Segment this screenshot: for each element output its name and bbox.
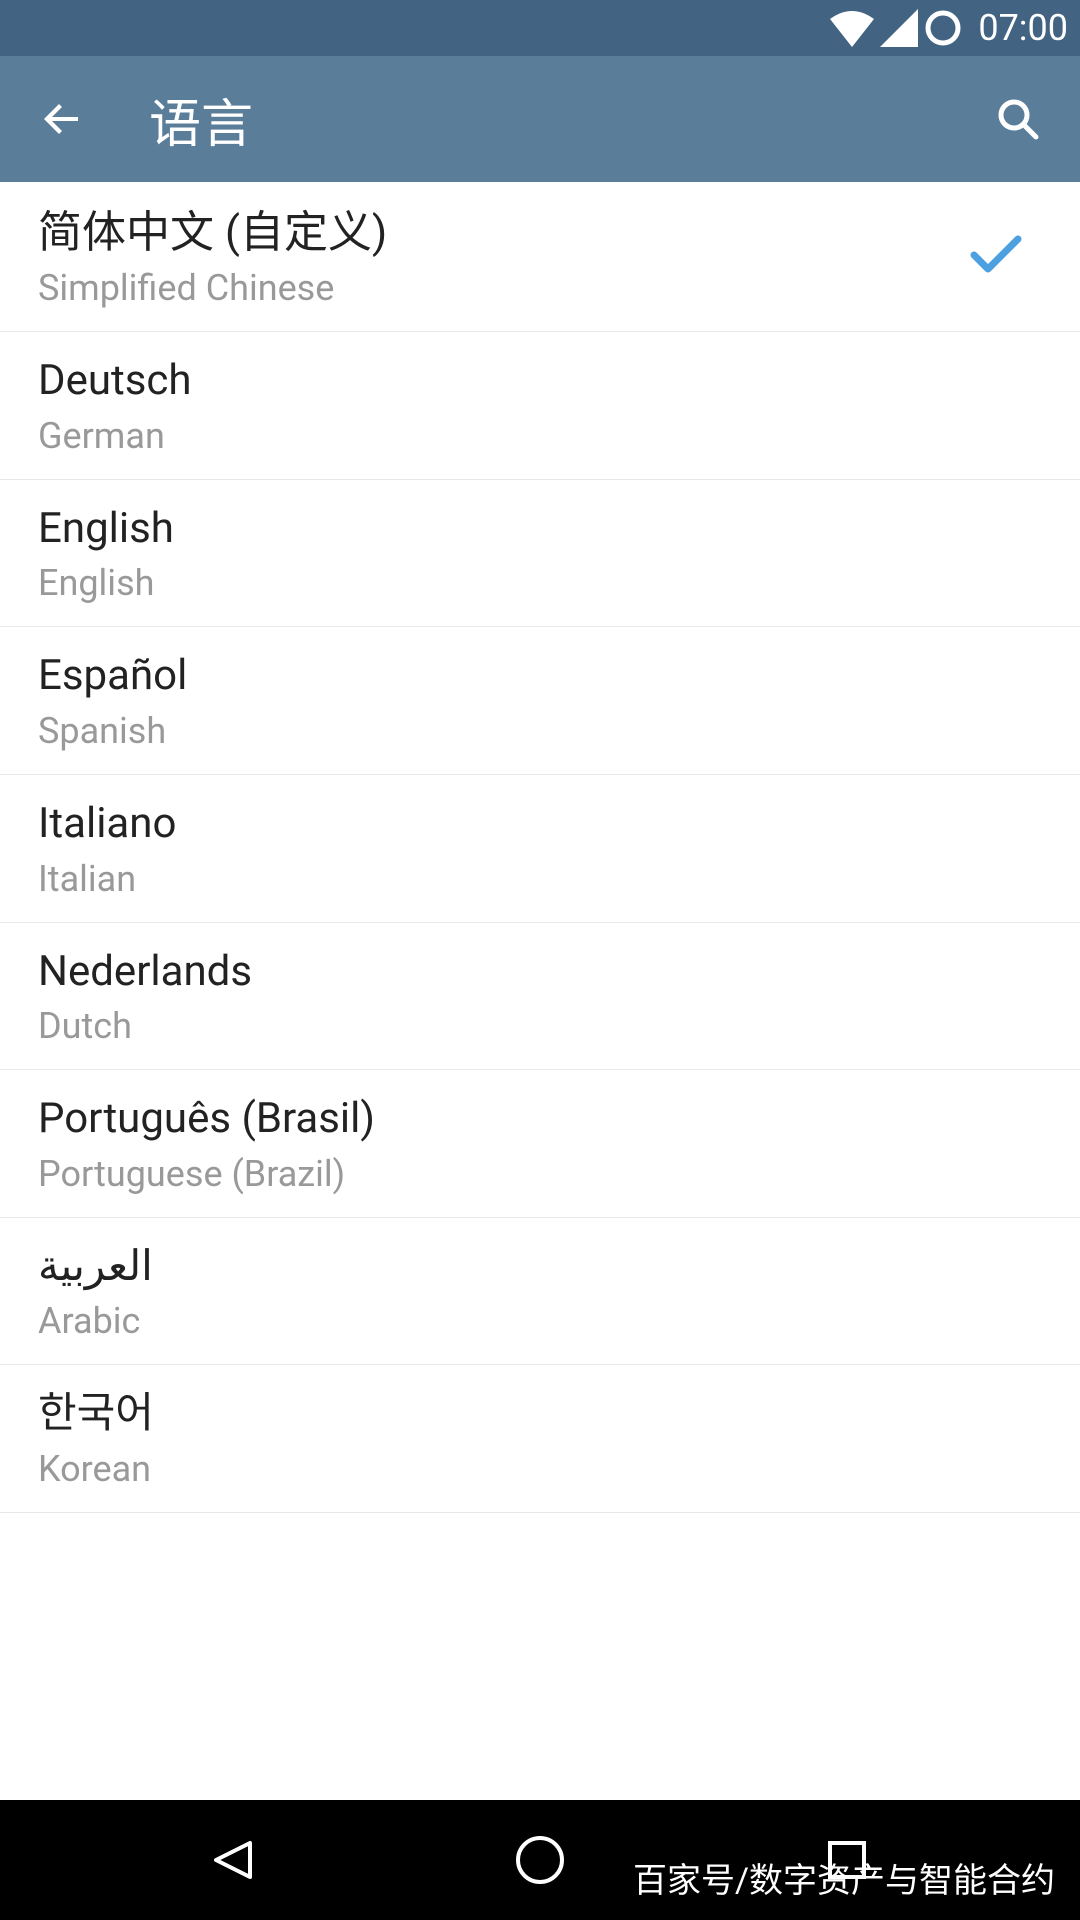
status-bar: 07:00: [0, 0, 1080, 56]
language-item[interactable]: Português (Brasil) Portuguese (Brazil): [0, 1070, 1080, 1218]
language-name: Nederlands: [38, 945, 1042, 1000]
language-item[interactable]: العربية Arabic: [0, 1218, 1080, 1366]
language-subtitle: Spanish: [38, 710, 1042, 752]
status-time: 07:00: [978, 7, 1068, 49]
language-subtitle: German: [38, 415, 1042, 457]
circle-icon: [924, 9, 962, 47]
language-subtitle: English: [38, 562, 1042, 604]
language-subtitle: Korean: [38, 1448, 1042, 1490]
language-text: Português (Brasil) Portuguese (Brazil): [38, 1092, 1042, 1195]
language-name: 한국어: [38, 1387, 1042, 1442]
back-arrow-icon: [38, 95, 86, 143]
language-item[interactable]: Nederlands Dutch: [0, 923, 1080, 1071]
language-item[interactable]: Deutsch German: [0, 332, 1080, 480]
language-subtitle: Portuguese (Brazil): [38, 1153, 1042, 1195]
language-text: Nederlands Dutch: [38, 945, 1042, 1048]
page-title: 语言: [149, 82, 986, 157]
language-text: Italiano Italian: [38, 797, 1042, 900]
watermark: 百家号/数字资产与智能合约: [633, 1853, 1055, 1902]
search-button[interactable]: [986, 87, 1050, 151]
check-icon: [970, 235, 1022, 279]
language-name: Deutsch: [38, 354, 1042, 409]
language-list: 简体中文 (自定义) Simplified Chinese Deutsch Germa…: [0, 182, 1080, 1513]
wifi-icon: [830, 9, 874, 47]
language-subtitle: Arabic: [38, 1300, 1042, 1342]
status-icons: 07:00: [830, 7, 1068, 49]
language-text: English English: [38, 502, 1042, 605]
nav-home-icon: [513, 1833, 567, 1887]
nav-home-button[interactable]: [510, 1830, 570, 1890]
language-text: 简体中文 (自定义) Simplified Chinese: [38, 204, 970, 309]
language-name: Português (Brasil): [38, 1092, 1042, 1147]
language-item[interactable]: 简体中文 (自定义) Simplified Chinese: [0, 182, 1080, 332]
language-name: العربية: [38, 1240, 1042, 1295]
language-name: English: [38, 502, 1042, 557]
nav-back-button[interactable]: [203, 1830, 263, 1890]
language-text: 한국어 Korean: [38, 1387, 1042, 1490]
language-item[interactable]: Italiano Italian: [0, 775, 1080, 923]
search-icon: [994, 95, 1042, 143]
language-text: Español Spanish: [38, 649, 1042, 752]
language-item[interactable]: English English: [0, 480, 1080, 628]
language-subtitle: Dutch: [38, 1005, 1042, 1047]
signal-icon: [880, 9, 918, 47]
language-name: 简体中文 (自定义): [38, 204, 970, 261]
back-button[interactable]: [30, 87, 94, 151]
language-name: Italiano: [38, 797, 1042, 852]
nav-back-icon: [206, 1833, 260, 1887]
language-item[interactable]: Español Spanish: [0, 627, 1080, 775]
language-subtitle: Italian: [38, 858, 1042, 900]
language-subtitle: Simplified Chinese: [38, 267, 970, 309]
app-bar: 语言: [0, 56, 1080, 182]
language-text: العربية Arabic: [38, 1240, 1042, 1343]
language-item[interactable]: 한국어 Korean: [0, 1365, 1080, 1513]
language-name: Español: [38, 649, 1042, 704]
language-text: Deutsch German: [38, 354, 1042, 457]
